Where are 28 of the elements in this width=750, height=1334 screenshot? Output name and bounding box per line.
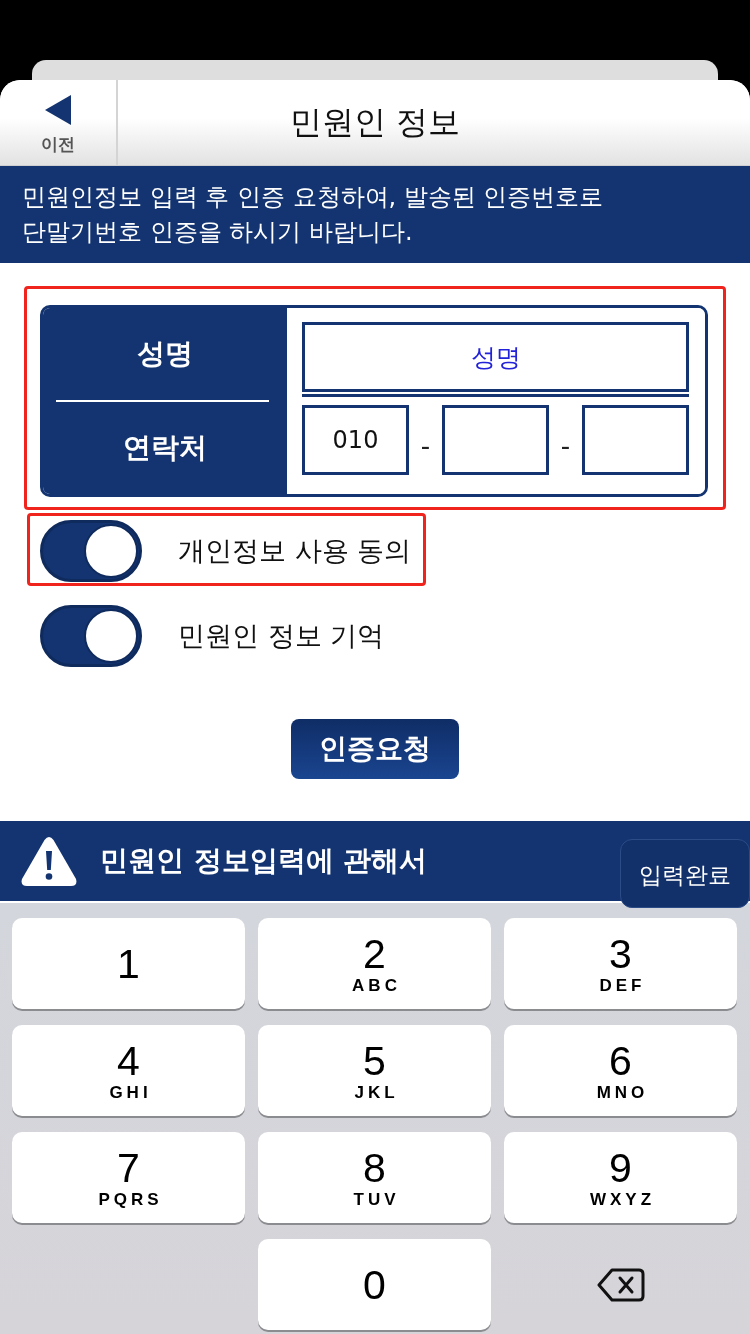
- warning-icon: [20, 836, 78, 886]
- keypad-key[interactable]: 0: [258, 1239, 491, 1330]
- keypad-key[interactable]: 4 GHI: [12, 1025, 245, 1116]
- field-label: 성명: [137, 336, 193, 372]
- field-label: 연락처: [123, 430, 207, 466]
- done-button[interactable]: 입력완료: [620, 839, 750, 908]
- phone-input[interactable]: [582, 405, 689, 475]
- phone-input[interactable]: 010: [302, 405, 409, 475]
- keypad-key[interactable]: 5 JKL: [258, 1025, 491, 1116]
- keypad-key[interactable]: 9 WXYZ: [504, 1132, 737, 1223]
- toggle-label: 개인정보 사용 동의: [178, 534, 412, 568]
- notice-title: 민원인 정보입력에 관해서: [100, 843, 428, 879]
- dash-separator: -: [420, 431, 431, 461]
- dash-separator: -: [560, 431, 571, 461]
- phone-input[interactable]: [442, 405, 549, 475]
- keypad-key[interactable]: 8 TUV: [258, 1132, 491, 1223]
- name-input[interactable]: 성명: [302, 322, 689, 392]
- keypad-key[interactable]: 6 MNO: [504, 1025, 737, 1116]
- keypad-key[interactable]: 3 DEF: [504, 918, 737, 1009]
- keypad-key[interactable]: 1: [12, 918, 245, 1009]
- keypad-key[interactable]: 2 ABC: [258, 918, 491, 1009]
- back-icon: [45, 95, 71, 125]
- backspace-icon[interactable]: [596, 1266, 645, 1303]
- verification-request-button[interactable]: 인증요청: [291, 719, 459, 779]
- instruction-text: 민원인정보 입력 후 인증 요청하여, 발송된 인증번호로 단말기번호 인증을 하시기 바랍니다.: [22, 182, 605, 248]
- screen-title: 민원인 정보: [289, 101, 461, 143]
- keypad-key[interactable]: 7 PQRS: [12, 1132, 245, 1223]
- toggle-label: 민원인 정보 기억: [178, 619, 385, 653]
